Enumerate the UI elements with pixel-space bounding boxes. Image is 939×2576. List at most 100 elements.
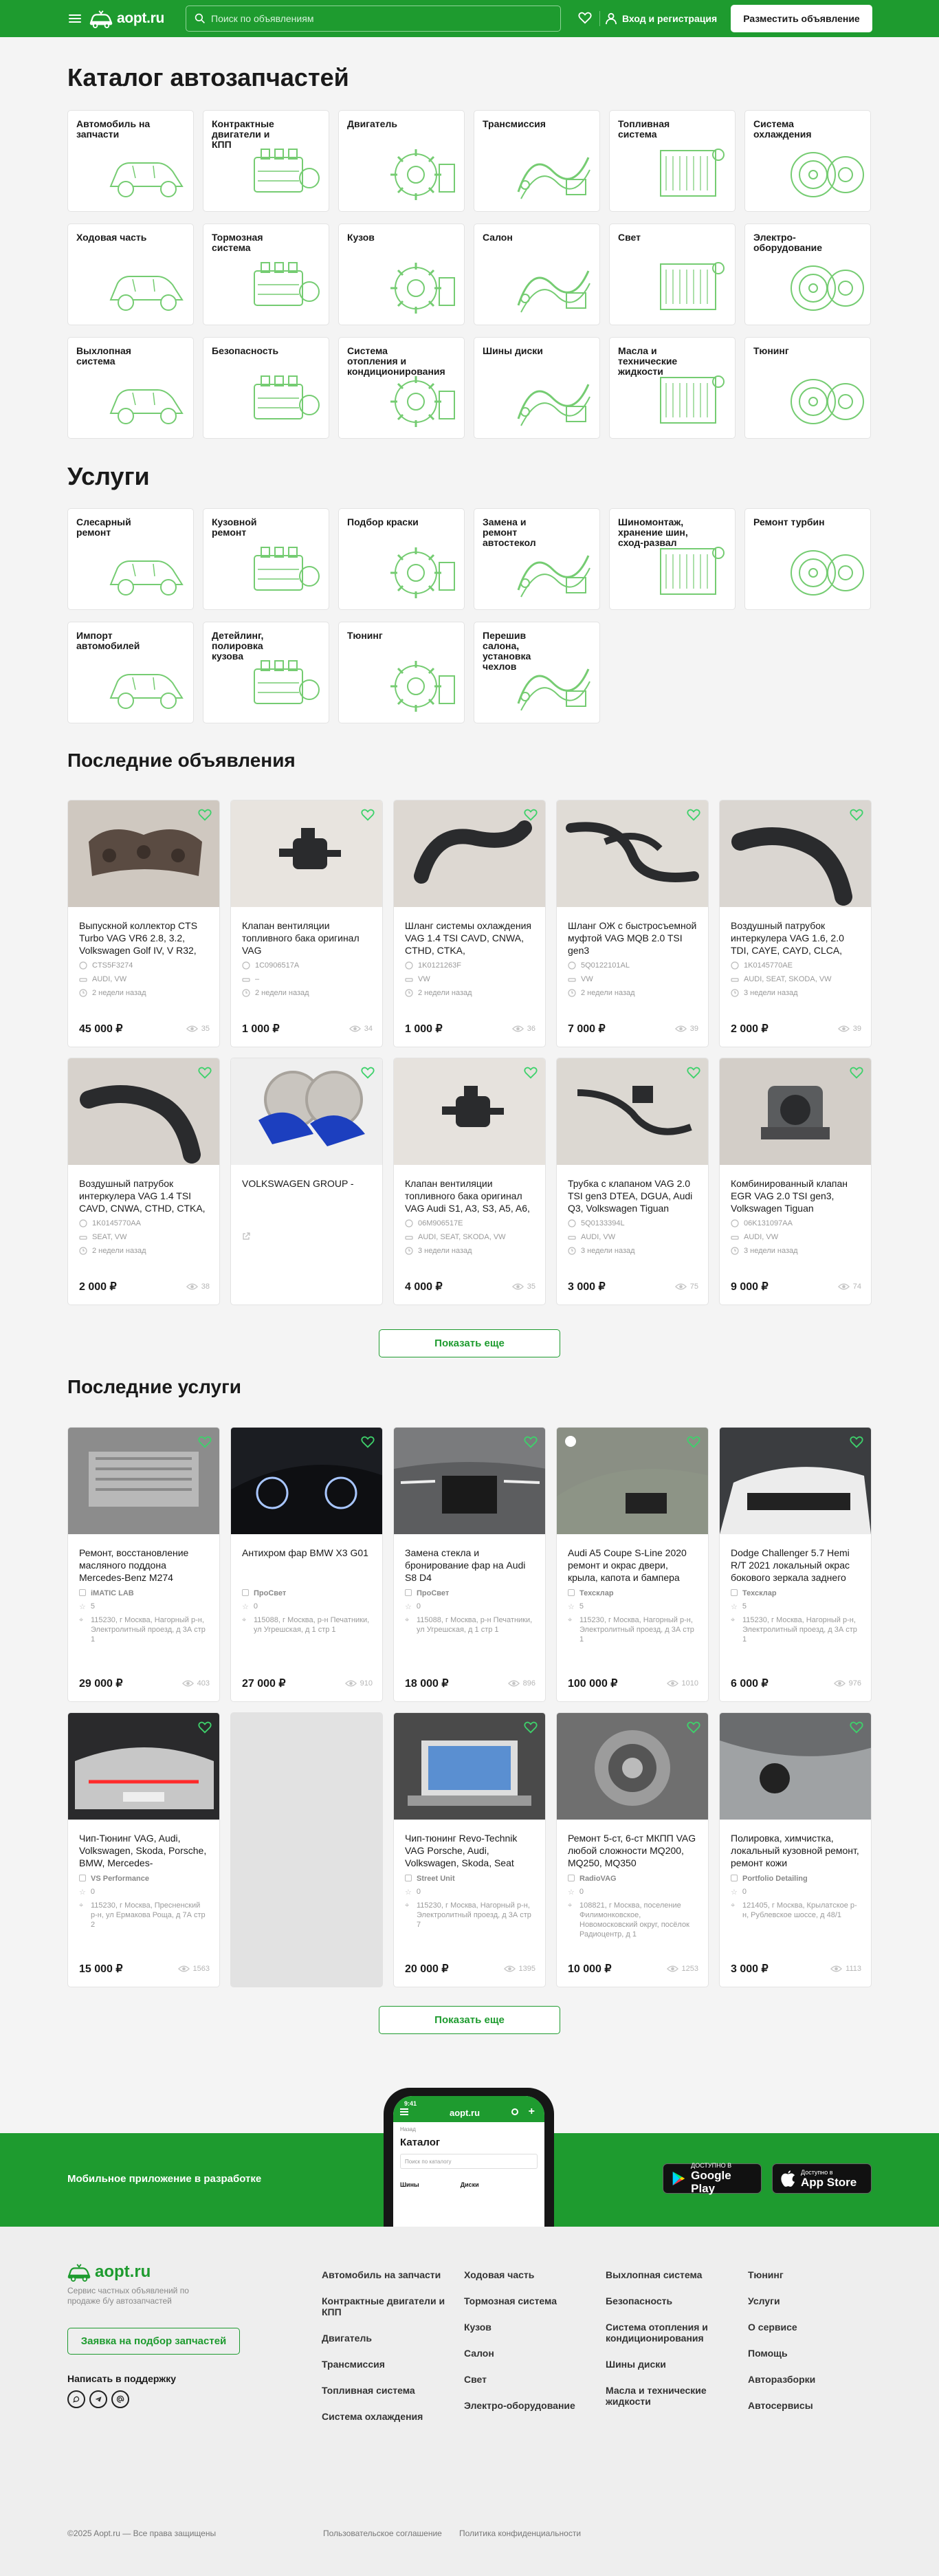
footer-link[interactable]: Тормозная система	[464, 2295, 595, 2306]
service-title[interactable]: Audi A5 Coupe S-Line 2020 ремонт и окрас…	[568, 1547, 697, 1584]
catalog-tile[interactable]: Свет	[609, 223, 736, 325]
service-tile[interactable]: Детейлинг, полировка кузова	[203, 622, 329, 723]
menu-burger-icon[interactable]	[67, 11, 82, 26]
listing-title[interactable]: Выпускной коллектор CTS Turbo VAG VR6 2.…	[79, 919, 208, 957]
service-card[interactable]	[230, 1712, 383, 1987]
footer-link[interactable]: Авторазборки	[748, 2374, 872, 2385]
footer-link[interactable]: О сервисе	[748, 2322, 872, 2333]
favorite-heart-icon[interactable]	[523, 807, 538, 822]
service-photo[interactable]	[557, 1713, 708, 1820]
footer-link[interactable]: Электро-оборудование	[464, 2400, 595, 2411]
service-seller[interactable]: ПроСвет	[405, 1589, 534, 1597]
service-seller[interactable]: ПроСвет	[242, 1589, 371, 1597]
catalog-tile[interactable]: Тюнинг	[744, 337, 871, 439]
listing-photo[interactable]	[68, 1058, 219, 1165]
catalog-tile[interactable]: Топливная система	[609, 110, 736, 212]
catalog-tile[interactable]: Электро-оборудование	[744, 223, 871, 325]
favorite-heart-icon[interactable]	[849, 1434, 864, 1450]
listing-card[interactable]: Выпускной коллектор CTS Turbo VAG VR6 2.…	[67, 800, 220, 1047]
service-title[interactable]: Чип-тюнинг Revo-Technik VAG Porsche, Aud…	[405, 1832, 534, 1869]
privacy-link[interactable]: Политика конфиденциальности	[459, 2529, 581, 2538]
service-title[interactable]: Dodge Challenger 5.7 Hemi R/T 2021 локал…	[731, 1547, 860, 1584]
telegram-icon[interactable]	[89, 2390, 107, 2408]
listing-title[interactable]: VOLKSWAGEN GROUP -	[242, 1177, 371, 1214]
catalog-tile[interactable]: Шины диски	[474, 337, 600, 439]
listing-photo[interactable]	[720, 800, 871, 907]
favorite-heart-icon[interactable]	[197, 1434, 212, 1450]
favorite-heart-icon[interactable]	[686, 1434, 701, 1450]
catalog-tile[interactable]: Выхлопная система	[67, 337, 194, 439]
listing-card[interactable]: Шланг системы охлаждения VAG 1.4 TSI CAV…	[393, 800, 546, 1047]
service-card[interactable]: Audi A5 Coupe S-Line 2020 ремонт и окрас…	[556, 1427, 709, 1702]
footer-link[interactable]: Салон	[464, 2348, 595, 2359]
footer-link[interactable]: Выхлопная система	[606, 2269, 736, 2280]
service-photo[interactable]	[557, 1428, 708, 1534]
catalog-tile[interactable]: Масла и технические жидкости	[609, 337, 736, 439]
listing-title[interactable]: Трубка с клапаном VAG 2.0 TSI gen3 DTEA,…	[568, 1177, 697, 1214]
service-card[interactable]: Ремонт, восстановление масляного поддона…	[67, 1427, 220, 1702]
service-photo[interactable]	[68, 1713, 219, 1820]
service-seller[interactable]: Техсклар	[731, 1589, 860, 1597]
listing-card[interactable]: Воздушный патрубок интеркулера VAG 1.4 T…	[67, 1058, 220, 1305]
service-title[interactable]: Антихром фар BMW X3 G01	[242, 1547, 371, 1584]
favorite-heart-icon[interactable]	[849, 807, 864, 822]
service-tile[interactable]: Подбор краски	[338, 508, 465, 610]
listing-card[interactable]: Клапан вентиляции топливного бака оригин…	[230, 800, 383, 1047]
service-tile[interactable]: Ремонт турбин	[744, 508, 871, 610]
service-tile[interactable]: Замена и ремонт автостекол	[474, 508, 600, 610]
listing-photo[interactable]	[394, 1058, 545, 1165]
service-tile[interactable]: Тюнинг	[338, 622, 465, 723]
login-link[interactable]: Вход и регистрация	[605, 8, 717, 29]
search-input[interactable]	[211, 13, 541, 24]
listing-photo[interactable]	[231, 800, 382, 907]
catalog-tile[interactable]: Система отопления и кондиционирования	[338, 337, 465, 439]
footer-link[interactable]: Ходовая часть	[464, 2269, 595, 2280]
catalog-tile[interactable]: Ходовая часть	[67, 223, 194, 325]
footer-link[interactable]: Тюнинг	[748, 2269, 872, 2280]
favorite-heart-icon[interactable]	[197, 1720, 212, 1735]
external-link-icon[interactable]	[242, 1232, 371, 1241]
favorite-heart-icon[interactable]	[849, 1720, 864, 1735]
favorite-heart-icon[interactable]	[360, 807, 375, 822]
service-seller[interactable]: VS Performance	[79, 1875, 208, 1883]
service-seller[interactable]: RadioVAG	[568, 1875, 697, 1883]
service-tile[interactable]: Импорт автомобилей	[67, 622, 194, 723]
service-seller[interactable]: iMATIC LAB	[79, 1589, 208, 1597]
service-photo[interactable]	[394, 1428, 545, 1534]
footer-link[interactable]: Двигатель	[322, 2333, 452, 2344]
email-at-icon[interactable]	[111, 2390, 129, 2408]
service-title[interactable]: Полировка, химчистка, локальный кузовной…	[731, 1832, 860, 1869]
favorite-heart-icon[interactable]	[523, 1065, 538, 1080]
service-seller[interactable]: Техсклар	[568, 1589, 697, 1597]
app-store-badge[interactable]: Доступно в App Store	[772, 2163, 872, 2194]
listing-photo[interactable]	[394, 800, 545, 907]
footer-link[interactable]: Трансмиссия	[322, 2359, 452, 2370]
post-ad-button[interactable]: Разместить объявление	[731, 5, 872, 32]
footer-link[interactable]: Масла и технические жидкости	[606, 2385, 736, 2407]
service-photo[interactable]	[720, 1713, 871, 1820]
footer-link[interactable]: Топливная система	[322, 2385, 452, 2396]
listing-photo[interactable]	[720, 1058, 871, 1165]
listing-card[interactable]: Шланг ОЖ с быстросъемной муфтой VAG MQB …	[556, 800, 709, 1047]
footer-link[interactable]: Контрактные двигатели и КПП	[322, 2295, 452, 2317]
footer-link[interactable]: Система отопления и кондиционирования	[606, 2322, 736, 2344]
favorite-heart-icon[interactable]	[197, 1065, 212, 1080]
catalog-tile[interactable]: Салон	[474, 223, 600, 325]
listing-title[interactable]: Клапан вентиляции топливного бака оригин…	[405, 1177, 534, 1214]
service-tile[interactable]: Кузовной ремонт	[203, 508, 329, 610]
listing-photo[interactable]	[68, 800, 219, 907]
footer-link[interactable]: Автосервисы	[748, 2400, 872, 2411]
service-card[interactable]: Dodge Challenger 5.7 Hemi R/T 2021 локал…	[719, 1427, 872, 1702]
favorite-heart-icon[interactable]	[360, 1065, 375, 1080]
listing-card[interactable]: Воздушный патрубок интеркулера VAG 1.6, …	[719, 800, 872, 1047]
listing-card[interactable]: VOLKSWAGEN GROUP -	[230, 1058, 383, 1305]
listing-photo[interactable]	[557, 1058, 708, 1165]
listing-photo[interactable]	[557, 800, 708, 907]
whatsapp-icon[interactable]	[67, 2390, 85, 2408]
listing-photo[interactable]	[231, 1058, 382, 1165]
service-card[interactable]: Антихром фар BMW X3 G01 ПроСвет ☆ 0 ⌖ 115088,…	[230, 1427, 383, 1702]
listing-title[interactable]: Воздушный патрубок интеркулера VAG 1.6, …	[731, 919, 860, 957]
catalog-tile[interactable]: Система охлаждения	[744, 110, 871, 212]
service-photo[interactable]	[394, 1713, 545, 1820]
favorite-heart-icon[interactable]	[686, 1065, 701, 1080]
